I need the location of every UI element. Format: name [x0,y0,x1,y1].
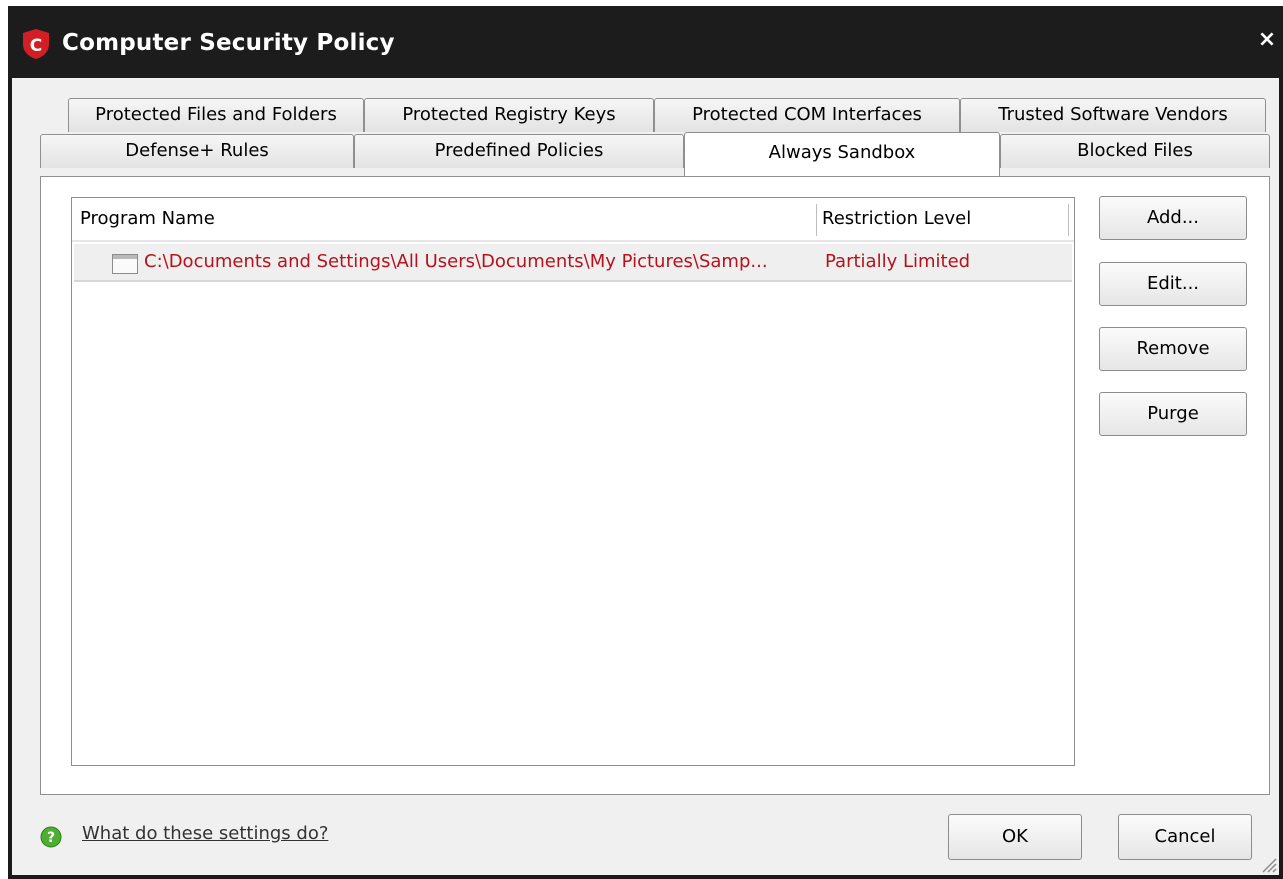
program-path: C:\Documents and Settings\All Users\Docu… [144,251,768,272]
resize-grip-icon[interactable] [1259,855,1277,873]
column-divider[interactable] [1068,204,1069,236]
tab-protected-files-and-folders[interactable]: Protected Files and Folders [68,98,364,132]
dialog-body: Protected Files and Folders Protected Re… [12,78,1279,875]
remove-button[interactable]: Remove [1099,327,1247,371]
tab-defense-rules[interactable]: Defense+ Rules [40,134,354,168]
ok-button[interactable]: OK [948,814,1082,860]
list-row[interactable]: C:\Documents and Settings\All Users\Docu… [74,244,1072,282]
program-list[interactable]: Program Name Restriction Level C:\Docume… [71,197,1075,766]
tab-always-sandbox[interactable]: Always Sandbox [684,132,1000,176]
help-link[interactable]: What do these settings do? [82,823,328,844]
comodo-logo-icon: C [23,29,49,59]
purge-button[interactable]: Purge [1099,392,1247,436]
svg-text:?: ? [47,830,55,846]
column-header-restriction-level[interactable]: Restriction Level [817,198,1067,240]
column-header-program-name[interactable]: Program Name [72,198,816,240]
list-header: Program Name Restriction Level [72,198,1074,242]
close-button[interactable]: × [1257,28,1277,52]
tab-protected-com-interfaces[interactable]: Protected COM Interfaces [654,98,960,132]
always-sandbox-panel: Program Name Restriction Level C:\Docume… [40,176,1270,795]
tab-blocked-files[interactable]: Blocked Files [1000,134,1270,168]
question-mark-icon[interactable]: ? [40,826,62,848]
add-button[interactable]: Add... [1099,196,1247,240]
tab-protected-registry-keys[interactable]: Protected Registry Keys [364,98,654,132]
title-bar[interactable]: C Computer Security Policy × [8,6,1283,78]
tab-predefined-policies[interactable]: Predefined Policies [354,134,684,168]
window-title: Computer Security Policy [62,30,395,56]
logo-letter: C [30,36,42,56]
cancel-button[interactable]: Cancel [1118,814,1252,860]
edit-button[interactable]: Edit... [1099,262,1247,306]
restriction-level-value: Partially Limited [825,251,971,272]
dialog-window: C Computer Security Policy × Protected F… [8,6,1283,879]
tab-trusted-software-vendors[interactable]: Trusted Software Vendors [960,98,1266,132]
application-window-icon [112,254,138,274]
